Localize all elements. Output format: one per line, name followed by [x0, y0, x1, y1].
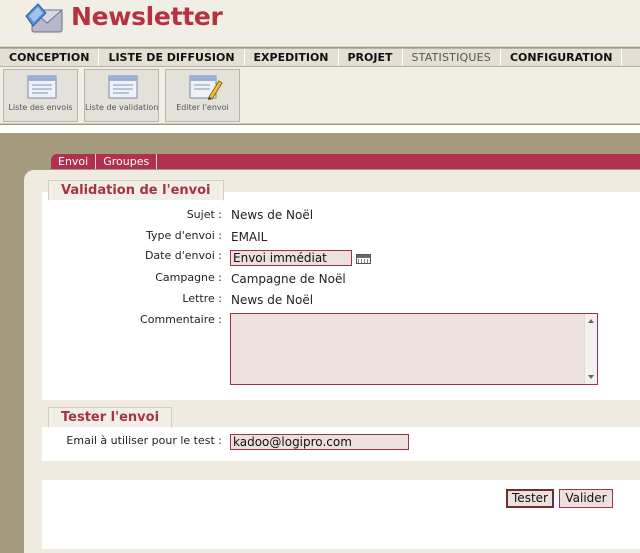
- comment-textarea[interactable]: [230, 313, 598, 385]
- tab-bar: Envoi Groupes: [51, 154, 640, 169]
- test-section-title: Tester l'envoi: [48, 407, 173, 428]
- comment-scrollbar[interactable]: [584, 314, 597, 384]
- scroll-up-arrow-icon[interactable]: [588, 319, 594, 323]
- type-label: Type d'envoi :: [145, 229, 222, 242]
- validation-list-icon: [108, 75, 138, 99]
- editer-envoi-button[interactable]: Editer l'envoi: [165, 69, 240, 122]
- subject-value: News de Noël: [231, 208, 314, 222]
- newsletter-logo-icon: [25, 3, 64, 33]
- valider-button[interactable]: Valider: [559, 489, 613, 508]
- divider: [0, 125, 640, 133]
- main-panel: Validation de l'envoi Sujet : News de No…: [24, 170, 640, 553]
- liste-de-validation-label: Liste de validation: [85, 103, 159, 112]
- liste-des-envois-label: Liste des envois: [8, 103, 73, 112]
- scroll-down-arrow-icon[interactable]: [588, 375, 594, 379]
- main-menu: CONCEPTION LISTE DE DIFFUSION EXPEDITION…: [0, 48, 640, 67]
- editer-envoi-label: Editer l'envoi: [176, 103, 229, 112]
- test-email-input[interactable]: kadoo@logipro.com: [230, 434, 409, 450]
- comment-text: [231, 314, 597, 318]
- menu-liste-de-diffusion[interactable]: LISTE DE DIFFUSION: [99, 49, 245, 66]
- liste-des-envois-button[interactable]: Liste des envois: [3, 69, 78, 122]
- menu-conception[interactable]: CONCEPTION: [0, 49, 100, 66]
- tab-envoi[interactable]: Envoi: [51, 154, 97, 169]
- tab-groupes[interactable]: Groupes: [96, 154, 158, 169]
- app-title: Newsletter: [71, 2, 223, 31]
- letter-label: Lettre :: [182, 292, 222, 305]
- list-window-icon: [27, 75, 57, 99]
- tester-button[interactable]: Tester: [506, 489, 554, 508]
- edit-send-icon: [189, 75, 223, 100]
- app-header: Newsletter: [0, 0, 640, 47]
- letter-value: News de Noël: [231, 293, 314, 307]
- menu-statistiques[interactable]: STATISTIQUES: [403, 49, 501, 66]
- test-email-label: Email à utiliser pour le test :: [66, 434, 222, 447]
- toolbar: Liste des envois Liste de validation Edi…: [0, 67, 640, 124]
- validation-section-title: Validation de l'envoi: [48, 180, 224, 201]
- campaign-value: Campagne de Noël: [231, 272, 346, 286]
- menu-expedition[interactable]: EXPEDITION: [245, 49, 339, 66]
- menu-projet[interactable]: PROJET: [339, 49, 403, 66]
- date-input[interactable]: Envoi immédiat: [230, 250, 352, 266]
- menu-configuration[interactable]: CONFIGURATION: [501, 49, 623, 66]
- calendar-icon[interactable]: [356, 254, 371, 264]
- type-value: EMAIL: [231, 230, 268, 244]
- comment-label: Commentaire :: [140, 313, 222, 326]
- date-label: Date d'envoi :: [144, 249, 222, 262]
- subject-label: Sujet :: [186, 208, 222, 221]
- campaign-label: Campagne :: [155, 271, 222, 284]
- liste-de-validation-button[interactable]: Liste de validation: [84, 69, 159, 122]
